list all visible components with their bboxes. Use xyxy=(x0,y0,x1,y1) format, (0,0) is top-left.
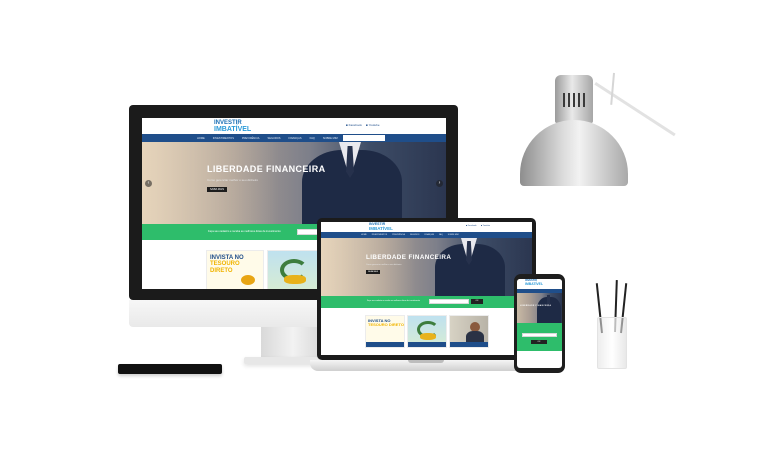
coin-image xyxy=(241,275,255,285)
hero-banner: LIBERDADE FINANCEIRA Como gerenciar melh… xyxy=(321,238,532,296)
hero-banner: LIBERDADE FINANCEIRA xyxy=(517,293,562,323)
nav-item[interactable]: INVESTIMENTOS xyxy=(213,137,234,140)
search-input[interactable] xyxy=(343,135,385,141)
youtube-link[interactable]: ■ Youtube xyxy=(366,123,380,127)
site-header: INVESTIR IMBATÍVEL ■ Facebook ■ Youtube xyxy=(142,118,446,134)
site-nav: HOME INVESTIMENTOS PREVIDÊNCIA SEGUROS F… xyxy=(142,134,446,142)
hero-headline: LIBERDADE FINANCEIRA xyxy=(520,305,552,307)
newsletter-email-input[interactable] xyxy=(429,299,469,304)
facebook-link[interactable]: ■ Facebook xyxy=(346,123,362,127)
nav-item[interactable]: PREVIDÊNCIA xyxy=(392,234,405,236)
hero-headline: LIBERDADE FINANCEIRA xyxy=(366,254,452,261)
nav-item[interactable]: FINANÇAS xyxy=(289,137,302,140)
pen-glass xyxy=(597,317,627,369)
desktop-monitor-stand xyxy=(261,327,325,359)
newsletter-text: Faça seu cadastro e receba as melhores d… xyxy=(208,230,281,233)
businessman-image xyxy=(429,238,509,296)
site-logo[interactable]: INVESTIR IMBATÍVEL xyxy=(525,279,543,286)
lamp-vent xyxy=(583,93,585,107)
site-header: INVESTIR IMBATÍVEL ■ Facebook ■ Youtube xyxy=(321,222,532,232)
nav-item[interactable]: HOME xyxy=(361,234,367,236)
tablet-device xyxy=(118,364,222,374)
businessman-image xyxy=(292,142,412,224)
lamp-vent xyxy=(563,93,565,107)
site-logo[interactable]: INVESTIR IMBATÍVEL xyxy=(369,222,393,231)
lamp-arm-lower xyxy=(610,72,615,105)
nav-item[interactable]: SOBRE MIM xyxy=(448,234,459,236)
card-tesouro-direto[interactable]: INVISTA NO TESOURO DIRETO xyxy=(365,315,405,348)
laptop-website: INVESTIR IMBATÍVEL ■ Facebook ■ Youtube … xyxy=(321,222,532,355)
lamp-head xyxy=(555,75,593,123)
lamp-vent xyxy=(573,93,575,107)
card-tesouro-direto[interactable]: INVISTA NO TESOURO DIRETO xyxy=(206,250,264,289)
carousel-next-arrow[interactable]: › xyxy=(436,180,443,187)
card-woman-image[interactable] xyxy=(449,315,489,348)
newsletter-band: Faça seu cadastro e receba as melhores d… xyxy=(321,296,532,308)
content-area: INVISTA NO TESOURO DIRETO xyxy=(321,308,532,355)
nav-item[interactable]: FAQ xyxy=(439,234,443,236)
hero-subtitle: Como gerenciar melhor o seu dinheiro xyxy=(207,178,259,182)
newsletter-ok-button[interactable]: OK xyxy=(471,299,483,304)
hero-banner: LIBERDADE FINANCEIRA Como gerenciar melh… xyxy=(142,142,446,224)
card-savings-image[interactable] xyxy=(407,315,447,348)
hero-headline: LIBERDADE FINANCEIRA xyxy=(207,164,326,174)
site-header: INVESTIR IMBATÍVEL xyxy=(517,279,562,289)
nav-item[interactable]: SOBRE MIM xyxy=(323,137,338,140)
hero-cta-button[interactable]: SAIBA MAIS xyxy=(207,187,227,192)
nav-item[interactable]: SEGUROS xyxy=(410,234,419,236)
newsletter-text: Faça seu cadastro e receba as melhores d… xyxy=(367,300,420,302)
phone-website: INVESTIR IMBATÍVEL LIBERDADE FINANCEIRA … xyxy=(517,279,562,368)
newsletter-band: OK xyxy=(517,323,562,351)
site-logo[interactable]: INVESTIR IMBATÍVEL xyxy=(214,120,251,133)
lamp-arm xyxy=(594,82,676,137)
nav-item[interactable]: SEGUROS xyxy=(268,137,281,140)
newsletter-email-input[interactable] xyxy=(522,333,557,337)
facebook-link[interactable]: ■ Facebook xyxy=(466,225,477,227)
hero-cta-button[interactable]: SAIBA MAIS xyxy=(366,270,380,274)
nav-item[interactable]: INVESTIMENTOS xyxy=(372,234,387,236)
nav-item[interactable]: FAQ xyxy=(310,137,315,140)
lamp-shade xyxy=(520,120,628,186)
lamp-vent xyxy=(578,93,580,107)
carousel-prev-arrow[interactable]: ‹ xyxy=(145,180,152,187)
nav-item[interactable]: PREVIDÊNCIA xyxy=(242,137,260,140)
businessman-image xyxy=(535,293,562,323)
nav-item[interactable]: FINANÇAS xyxy=(424,234,434,236)
card-savings-image[interactable] xyxy=(267,250,319,289)
hero-subtitle: Como gerenciar melhor o seu dinheiro xyxy=(366,264,402,266)
newsletter-ok-button[interactable]: OK xyxy=(531,340,547,344)
youtube-link[interactable]: ■ Youtube xyxy=(481,225,490,227)
device-mockup-scene: INVESTIR IMBATÍVEL ■ Facebook ■ Youtube … xyxy=(0,0,768,473)
laptop-notch xyxy=(408,360,444,363)
lamp-vent xyxy=(568,93,570,107)
nav-item[interactable]: HOME xyxy=(197,137,205,140)
